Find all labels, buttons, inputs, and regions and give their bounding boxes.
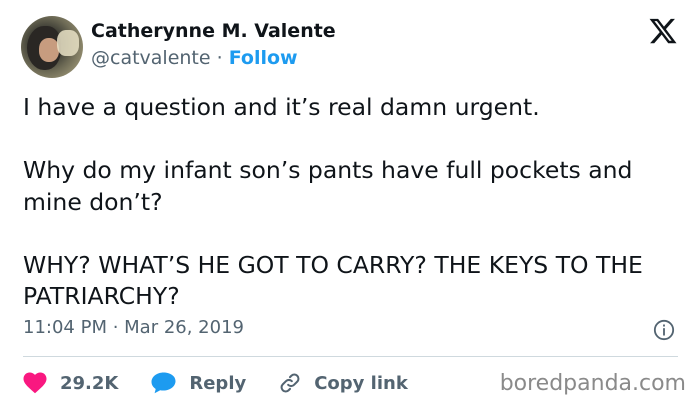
reply-label: Reply (189, 372, 247, 394)
author-handle-line: @catvalente · Follow (91, 47, 298, 69)
avatar[interactable] (21, 16, 83, 78)
author-handle[interactable]: @catvalente (91, 47, 211, 69)
info-icon[interactable] (653, 319, 675, 341)
copy-link-button[interactable]: Copy link (279, 372, 408, 394)
follow-button[interactable]: Follow (229, 47, 298, 69)
action-bar: 29.2K Reply Copy link (23, 369, 441, 397)
tweet-paragraph: Why do my infant son’s pants have full p… (23, 156, 633, 216)
handle-separator: · (216, 47, 223, 69)
reply-bubble-icon (151, 372, 176, 394)
like-count: 29.2K (60, 372, 119, 394)
link-icon (280, 373, 300, 393)
tweet-paragraph: WHY? WHAT’S HE GOT TO CARRY? THE KEYS TO… (23, 250, 643, 311)
author-name[interactable]: Catherynne M. Valente (91, 20, 336, 42)
tweet-paragraph: I have a question and it’s real damn urg… (23, 93, 540, 121)
x-logo-icon[interactable] (648, 16, 678, 46)
divider (23, 356, 678, 357)
tweet-timestamp[interactable]: 11:04 PM · Mar 26, 2019 (23, 317, 244, 338)
watermark: boredpanda.com (499, 371, 686, 396)
reply-button[interactable]: Reply (151, 372, 246, 394)
heart-icon (23, 372, 47, 394)
like-button[interactable]: 29.2K (23, 372, 118, 394)
tweet-text: I have a question and it’s real damn urg… (23, 92, 673, 313)
copy-link-label: Copy link (314, 372, 408, 394)
